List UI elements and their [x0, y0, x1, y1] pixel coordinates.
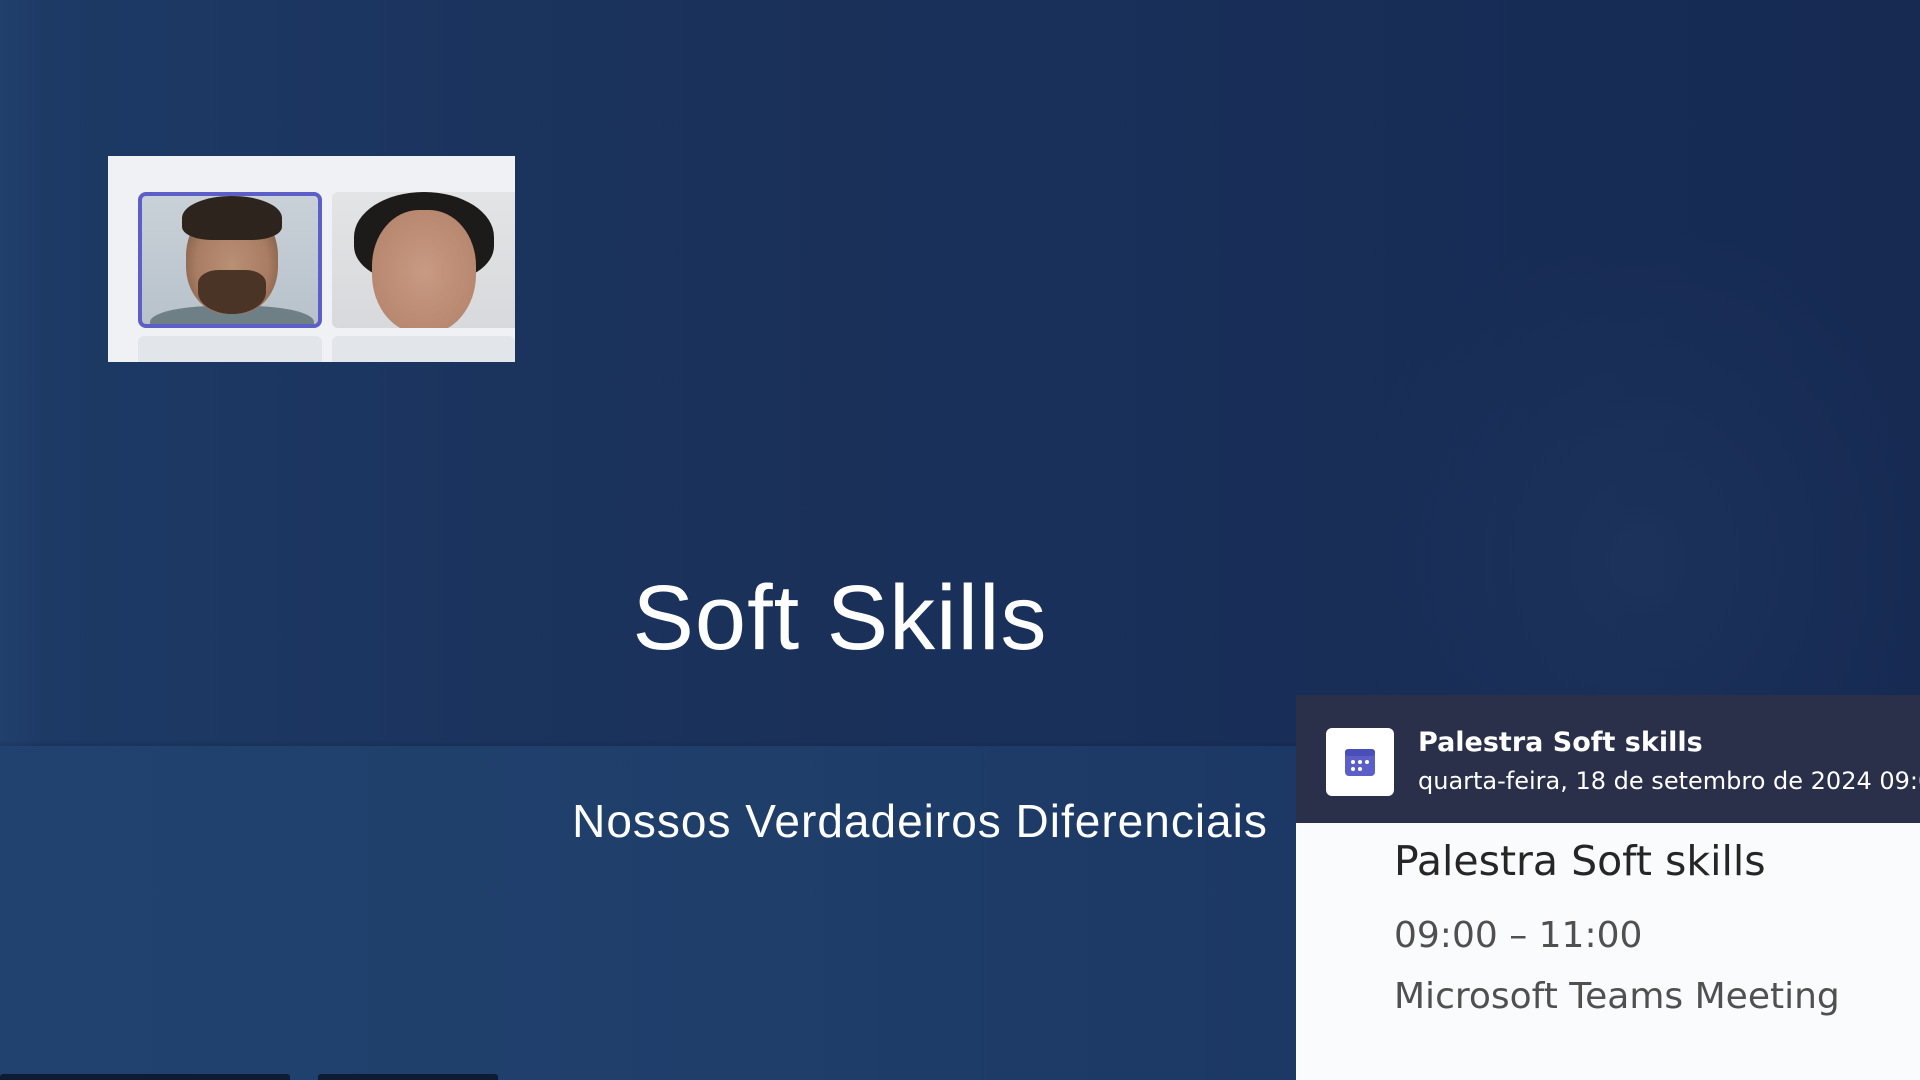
participant-beard	[198, 270, 266, 314]
bottom-edge-bar	[0, 1074, 290, 1080]
calendar-icon-graphic	[1345, 749, 1375, 776]
toast-header[interactable]: Palestra Soft skills quarta-feira, 18 de…	[1296, 695, 1920, 823]
participant-face	[372, 210, 476, 328]
calendar-icon	[1326, 728, 1394, 796]
toast-datetime: quarta-feira, 18 de setembro de 2024 09:…	[1418, 767, 1920, 795]
participant-hair	[182, 196, 282, 240]
slide-title: Soft Skills	[632, 567, 1048, 669]
video-thumbnail-panel[interactable]	[108, 156, 515, 362]
meeting-time: 09:00 – 11:00	[1394, 915, 1643, 956]
participant-video-active[interactable]	[138, 192, 322, 328]
toast-title: Palestra Soft skills	[1418, 727, 1703, 758]
participant-video[interactable]	[332, 192, 515, 328]
participant-video-placeholder[interactable]	[138, 336, 322, 362]
participant-video-placeholder[interactable]	[332, 336, 515, 362]
slide-subtitle: Nossos Verdadeiros Diferenciais	[572, 795, 1268, 847]
bottom-edge-bar	[318, 1074, 498, 1080]
meeting-title: Palestra Soft skills	[1394, 837, 1766, 885]
meeting-location: Microsoft Teams Meeting	[1394, 976, 1840, 1017]
meeting-reminder-toast[interactable]: Palestra Soft skills quarta-feira, 18 de…	[1296, 695, 1920, 1080]
